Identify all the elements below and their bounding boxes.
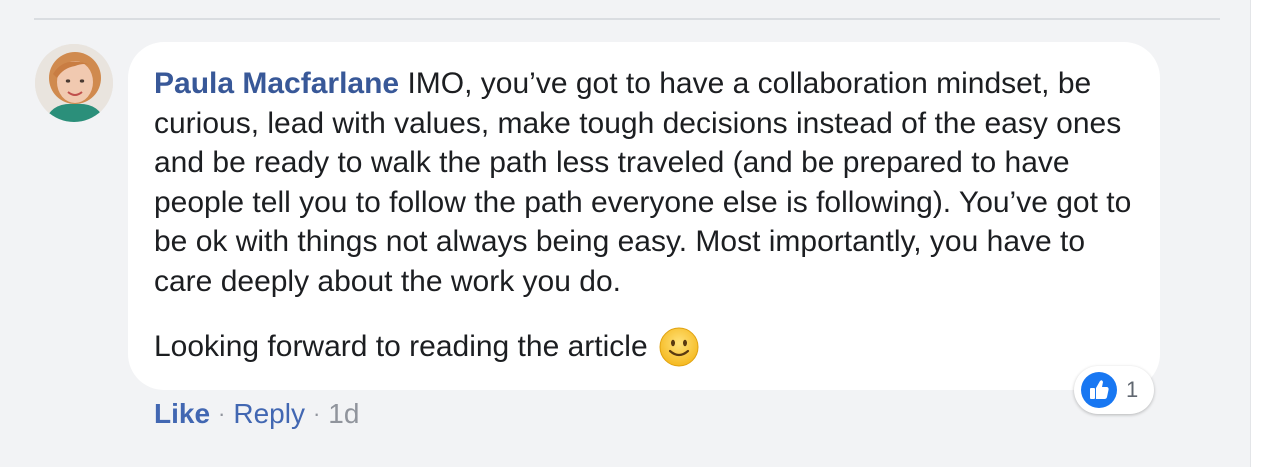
- like-link[interactable]: Like: [154, 396, 210, 432]
- comment-followup: Looking forward to reading the article: [154, 326, 700, 368]
- comment-author-link[interactable]: Paula Macfarlane: [154, 67, 399, 100]
- reaction-count: 1: [1126, 377, 1139, 402]
- top-divider: [34, 18, 1220, 20]
- separator: ·: [218, 401, 226, 426]
- right-scroll-rail: [1250, 0, 1277, 467]
- timestamp-link[interactable]: 1d: [328, 396, 359, 432]
- like-badge-icon: [1081, 372, 1117, 408]
- smiley-icon: [659, 327, 699, 367]
- separator: ·: [312, 401, 321, 426]
- comment-bubble: Paula Macfarlane IMO, you’ve got to have…: [128, 42, 1160, 390]
- comment-followup-text: Looking forward to reading the article: [154, 330, 648, 363]
- reply-link[interactable]: Reply: [233, 396, 305, 432]
- comment-actions: Like · Reply · 1d: [154, 396, 359, 432]
- comment-text: Paula Macfarlane IMO, you’ve got to have…: [154, 64, 1144, 301]
- comment-body: IMO, you’ve got to have a collaboration …: [154, 67, 1132, 298]
- reaction-summary[interactable]: 1: [1074, 366, 1154, 414]
- avatar[interactable]: [35, 44, 113, 122]
